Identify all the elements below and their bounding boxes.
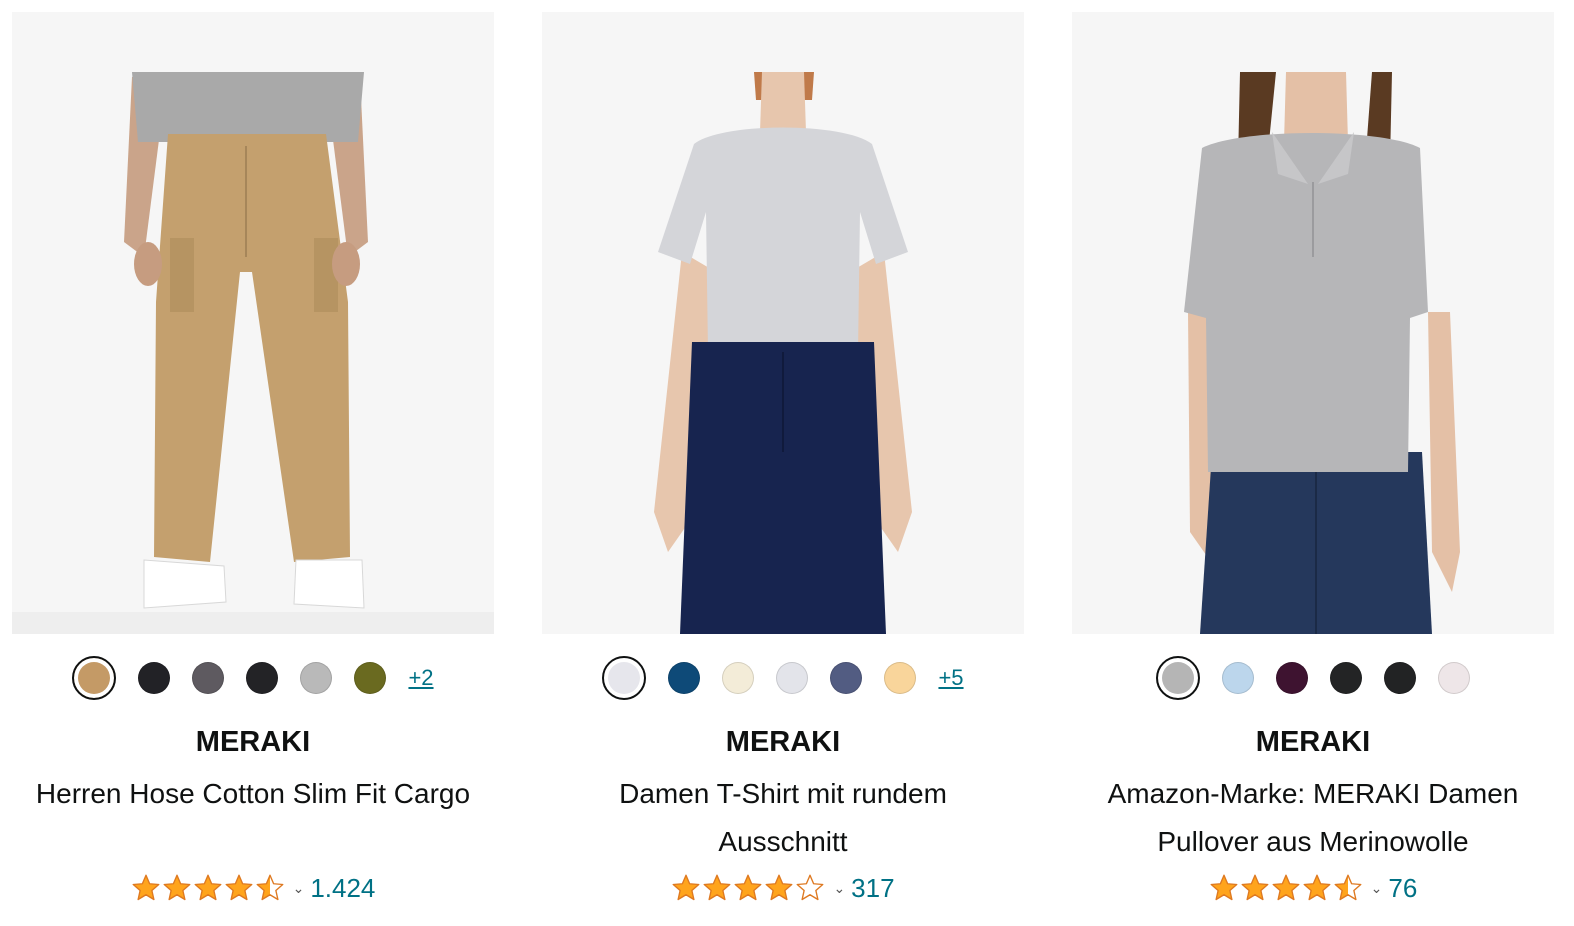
color-swatch[interactable] <box>246 662 279 694</box>
star-icon <box>1334 874 1362 901</box>
chevron-down-icon[interactable]: ⌄ <box>1371 880 1383 897</box>
brand-name: MERAKI <box>725 726 841 758</box>
star-icon <box>132 874 160 901</box>
color-swatch[interactable] <box>354 662 387 694</box>
color-swatch[interactable] <box>1222 662 1254 694</box>
product-image[interactable] <box>12 12 494 634</box>
star-icon <box>1272 874 1300 901</box>
color-swatch[interactable] <box>1156 656 1200 700</box>
color-swatch[interactable] <box>1276 662 1308 694</box>
star-rating[interactable] <box>671 873 825 903</box>
rating-count[interactable]: 1.424 <box>310 873 375 904</box>
chevron-down-icon[interactable]: ⌄ <box>293 880 305 897</box>
rating-count[interactable]: 76 <box>1388 873 1417 904</box>
color-swatch[interactable] <box>138 662 171 694</box>
product-grid: +2 MERAKI Herren Hose Cotton Slim Fit Ca… <box>0 0 1574 926</box>
product-image[interactable] <box>542 12 1024 634</box>
star-rating[interactable] <box>1209 873 1363 903</box>
color-swatches: +5 <box>542 656 1024 700</box>
product-card: +5 MERAKI Damen T-Shirt mit rundem Aussc… <box>542 12 1024 926</box>
product-card: +2 MERAKI Herren Hose Cotton Slim Fit Ca… <box>12 12 494 926</box>
color-swatches: +2 <box>12 656 494 700</box>
star-icon <box>735 874 762 901</box>
color-swatch[interactable] <box>1330 662 1362 694</box>
star-rating[interactable] <box>131 873 285 903</box>
rating-row: ⌄ 317 <box>542 868 1024 908</box>
color-swatch[interactable] <box>72 656 117 700</box>
brand-name: MERAKI <box>1255 726 1371 758</box>
star-icon <box>1241 874 1269 901</box>
rating-row: ⌄ 1.424 <box>12 868 494 908</box>
color-swatch[interactable] <box>602 656 647 700</box>
star-icon <box>256 874 284 901</box>
chevron-down-icon[interactable]: ⌄ <box>833 880 845 897</box>
color-swatch[interactable] <box>776 662 809 694</box>
rating-row: ⌄ 76 <box>1072 868 1554 908</box>
product-title[interactable]: Amazon-Marke: MERAKI Damen Pullover aus … <box>1082 770 1544 866</box>
color-swatch[interactable] <box>192 662 225 694</box>
star-icon <box>163 874 191 901</box>
color-swatch[interactable] <box>884 662 917 694</box>
color-swatches <box>1072 656 1554 700</box>
color-swatch[interactable] <box>668 662 701 694</box>
product-title[interactable]: Herren Hose Cotton Slim Fit Cargo <box>22 770 484 818</box>
star-icon <box>1210 874 1238 901</box>
rating-count[interactable]: 317 <box>851 873 894 904</box>
product-title[interactable]: Damen T-Shirt mit rundem Ausschnitt <box>552 770 1014 866</box>
star-icon <box>194 874 222 901</box>
product-image[interactable] <box>1072 12 1554 634</box>
star-icon <box>766 874 793 901</box>
star-icon <box>704 874 731 901</box>
more-colors-link[interactable]: +2 <box>408 665 433 691</box>
star-icon <box>1303 874 1331 901</box>
color-swatch[interactable] <box>300 662 333 694</box>
color-swatch[interactable] <box>1384 662 1416 694</box>
product-card: MERAKI Amazon-Marke: MERAKI Damen Pullov… <box>1072 12 1554 926</box>
brand-name: MERAKI <box>195 726 311 758</box>
more-colors-link[interactable]: +5 <box>938 665 963 691</box>
color-swatch[interactable] <box>1438 662 1470 694</box>
color-swatch[interactable] <box>722 662 755 694</box>
color-swatch[interactable] <box>830 662 863 694</box>
star-icon <box>797 874 824 901</box>
star-icon <box>673 874 700 901</box>
star-icon <box>225 874 253 901</box>
